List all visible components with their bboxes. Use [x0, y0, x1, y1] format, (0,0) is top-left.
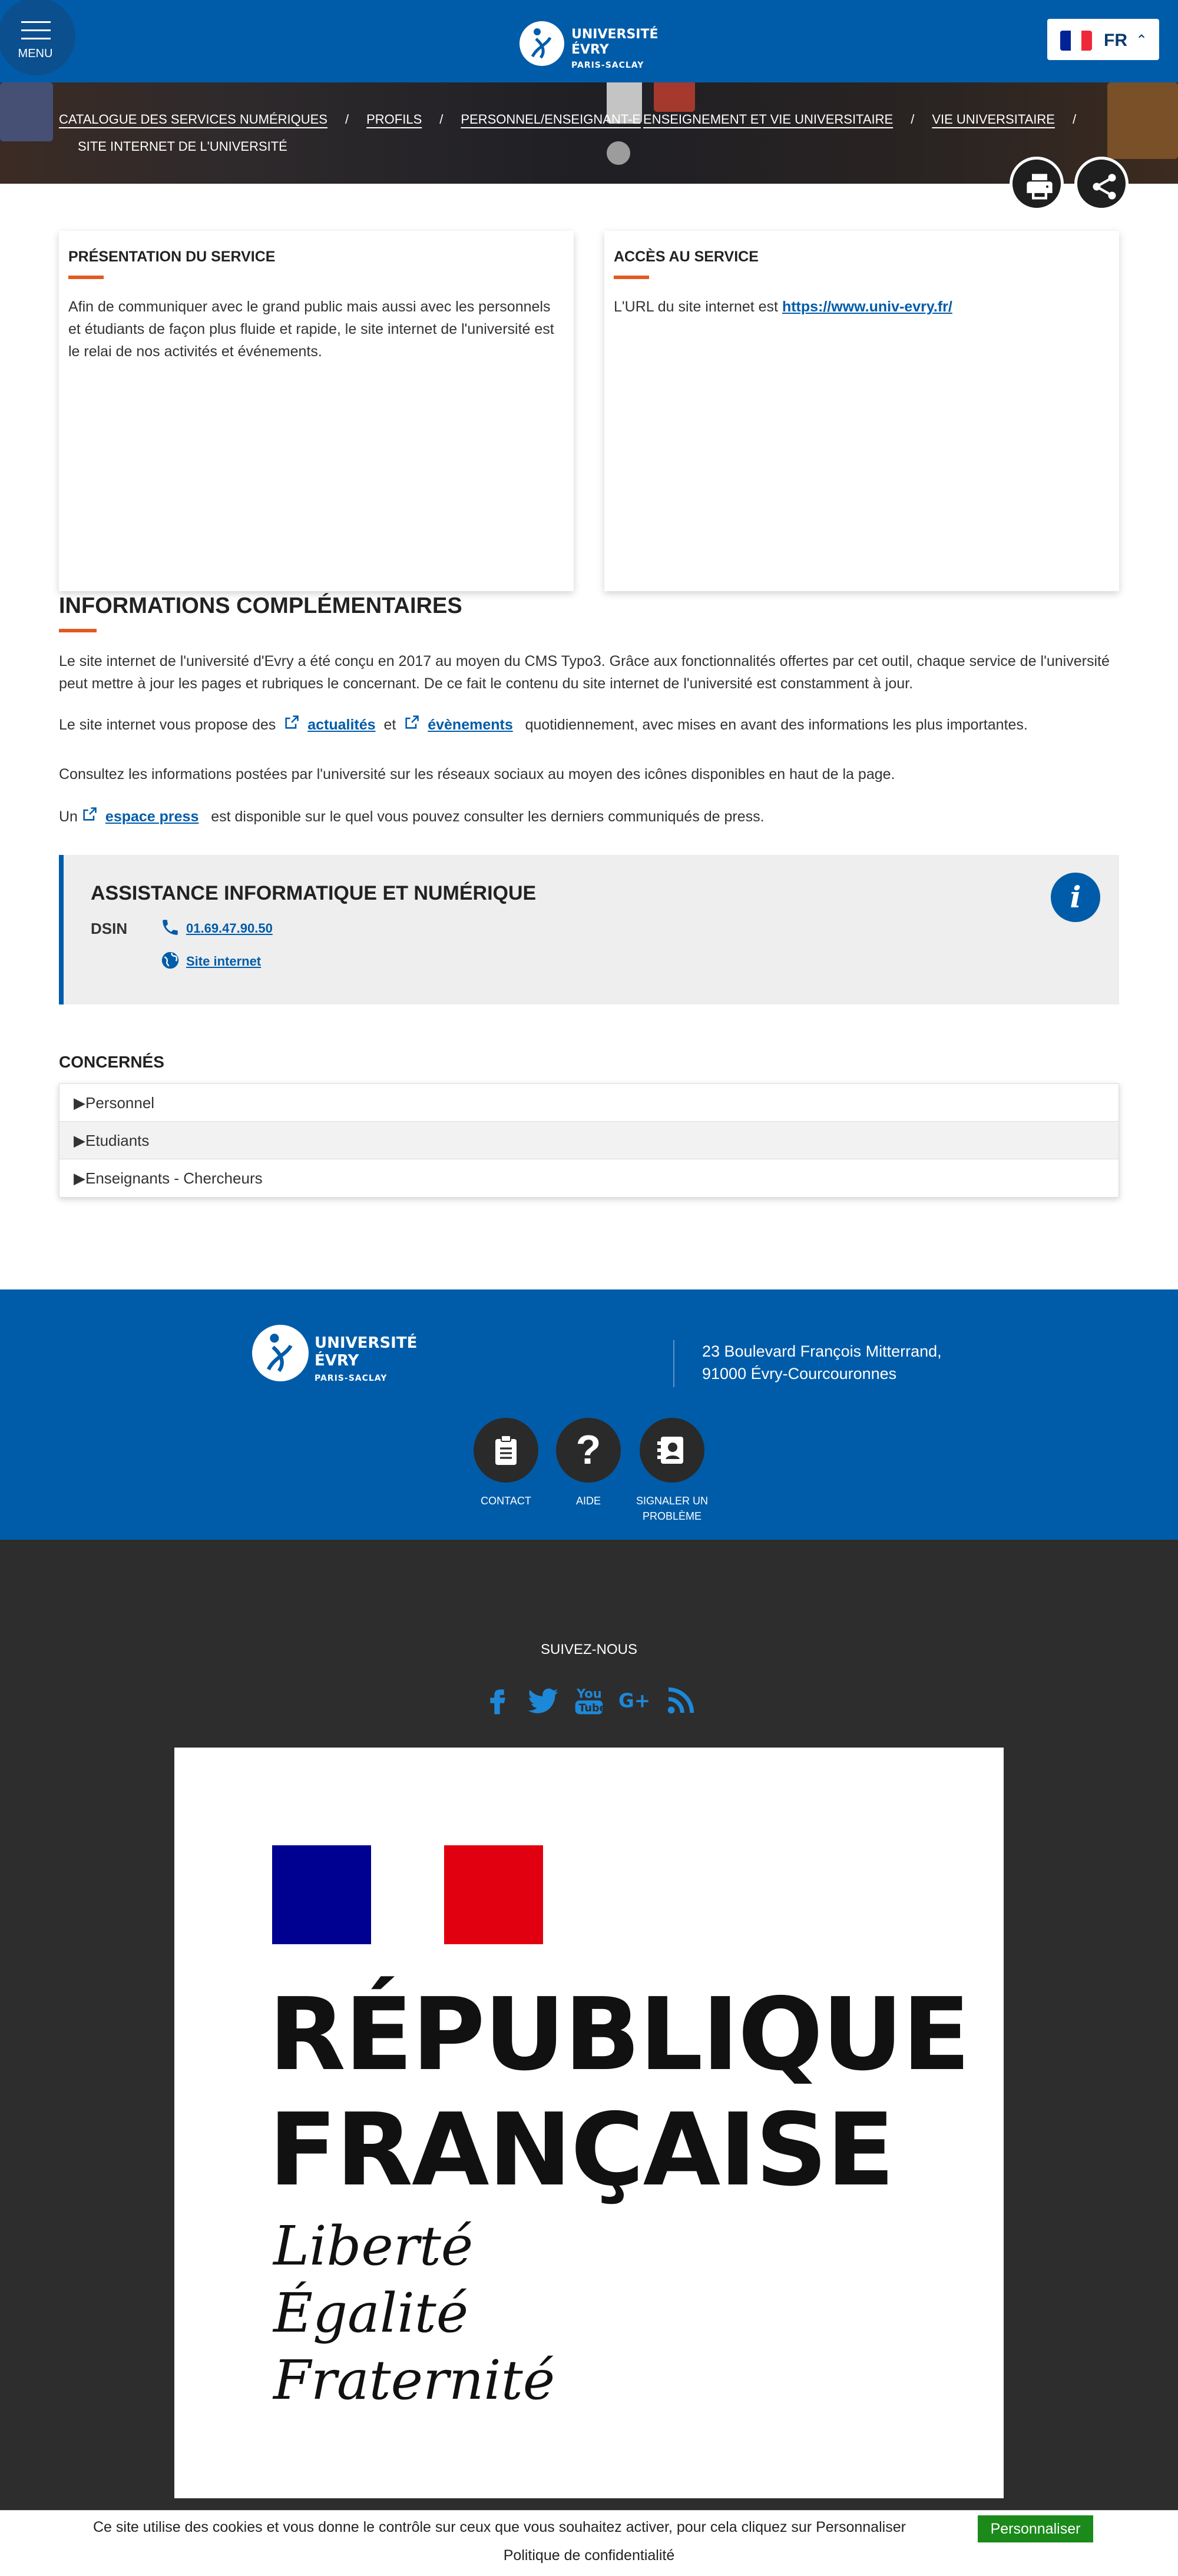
logo-subtitle: PARIS-SACLAY	[315, 1374, 388, 1383]
cookie-text: Ce site utilise des cookies et vous donn…	[93, 2519, 906, 2535]
university-logo[interactable]: UNIVERSITÉ ÉVRY PARIS-SACLAY	[519, 21, 661, 70]
breadcrumb-link[interactable]: PROFILS	[366, 112, 422, 127]
rf-motto-line: Égalité	[273, 2282, 469, 2345]
press-link[interactable]: espace press	[105, 808, 198, 825]
top-header: MENU UNIVERSITÉ ÉVRY PARIS-SACLAY FR ⌃	[0, 0, 1178, 82]
help-button[interactable]: ?	[556, 1418, 621, 1483]
hamburger-icon	[21, 21, 51, 46]
rss-icon[interactable]	[664, 1684, 697, 1717]
printer-icon	[1027, 174, 1053, 200]
card-text: Afin de communiquer avec le grand public…	[68, 299, 554, 360]
report-problem-button[interactable]	[640, 1418, 704, 1483]
external-link-icon	[83, 807, 97, 821]
customize-cookies-button[interactable]: Personnaliser	[978, 2515, 1093, 2542]
chevron-up-icon: ⌃	[1136, 32, 1148, 48]
info-icon: i	[1051, 873, 1100, 922]
concerned-list: ▶Personnel ▶Etudiants ▶Enseignants - Che…	[59, 1083, 1119, 1198]
phone-icon	[163, 920, 178, 935]
google-plus-icon[interactable]: G+	[618, 1684, 651, 1717]
logo-emblem-icon	[519, 21, 564, 66]
card-title: ACCÈS AU SERVICE	[614, 248, 759, 265]
language-code: FR	[1104, 31, 1127, 50]
breadcrumb-link[interactable]: VIE UNIVERSITAIRE	[932, 112, 1055, 127]
logo-title: UNIVERSITÉ ÉVRY	[571, 27, 659, 57]
rf-title-line: RÉPUBLIQUE	[269, 1977, 971, 2093]
external-link-icon	[405, 715, 419, 729]
assistance-box: ASSISTANCE INFORMATIQUE ET NUMÉRIQUE DSI…	[59, 855, 1119, 1004]
globe-icon	[161, 952, 179, 969]
access-card: ACCÈS AU SERVICE L'URL du site internet …	[604, 231, 1119, 591]
department-name: DSIN	[91, 920, 128, 937]
phone-link[interactable]: 01.69.47.90.50	[186, 921, 273, 936]
footer-logo[interactable]: UNIVERSITÉ ÉVRY PARIS-SACLAY	[252, 1325, 441, 1384]
card-text: L'URL du site internet est	[614, 299, 782, 315]
marianne-flag-icon	[272, 1845, 543, 1944]
french-flag-icon	[1060, 31, 1092, 51]
breadcrumb-current: SITE INTERNET DE L'UNIVERSITÉ	[78, 139, 287, 154]
logo-emblem-icon	[252, 1325, 309, 1381]
concerned-item[interactable]: ▶Enseignants - Chercheurs	[59, 1159, 1119, 1197]
help-label: AIDE	[575, 1495, 601, 1507]
svg-text:Tube: Tube	[579, 1703, 606, 1715]
assistance-title: ASSISTANCE INFORMATIQUE ET NUMÉRIQUE	[91, 882, 537, 904]
info-paragraph: Le site internet de l'université d'Evry …	[59, 653, 1110, 692]
report-icon	[657, 1437, 683, 1464]
svg-text:You: You	[576, 1686, 602, 1700]
triangle-right-icon: ▶	[74, 1094, 85, 1112]
menu-label: MENU	[18, 47, 53, 60]
logo-title: UNIVERSITÉ ÉVRY	[315, 1334, 418, 1370]
contact-button[interactable]	[474, 1418, 538, 1483]
breadcrumb: CATALOGUE DES SERVICES NUMÉRIQUES / PROFIL…	[59, 112, 1077, 154]
facebook-icon[interactable]	[481, 1684, 514, 1717]
privacy-policy-link[interactable]: Politique de confidentialité	[504, 2547, 674, 2564]
website-link[interactable]: Site internet	[186, 954, 261, 969]
follow-us-label: SUIVEZ-NOUS	[540, 1642, 637, 1657]
footer-address: 23 Boulevard François Mitterrand, 91000 …	[702, 1342, 942, 1383]
logo-subtitle: PARIS-SACLAY	[571, 61, 644, 70]
breadcrumb-link[interactable]: ENSEIGNEMENT ET VIE UNIVERSITAIRE	[643, 112, 893, 127]
title-underline	[614, 276, 649, 279]
print-button[interactable]	[1010, 157, 1064, 211]
clipboard-icon	[495, 1435, 517, 1465]
concerned-item[interactable]: ▶Personnel	[59, 1084, 1119, 1122]
language-selector[interactable]: FR ⌃	[1047, 19, 1159, 60]
breadcrumb-link[interactable]: PERSONNEL/ENSEIGNANT-E	[461, 112, 641, 127]
report-problem-label: SIGNALER UN PROBLÈME	[636, 1495, 709, 1522]
news-link[interactable]: actualités	[307, 717, 375, 733]
events-link[interactable]: évènements	[428, 717, 513, 733]
info-paragraph: Le site internet vous propose des actual…	[59, 714, 1119, 736]
concerned-title: CONCERNÉS	[59, 1053, 164, 1071]
footer-divider	[673, 1340, 674, 1387]
info-paragraph: Un espace press est disponible sur le qu…	[59, 805, 1119, 828]
contact-label: CONTACT	[481, 1495, 531, 1507]
cookie-banner: Ce site utilise des cookies et vous donn…	[0, 2510, 1178, 2576]
presentation-card: PRÉSENTATION DU SERVICE Afin de communiq…	[59, 231, 574, 591]
share-icon	[1093, 174, 1116, 200]
concerned-item[interactable]: ▶Etudiants	[59, 1122, 1119, 1159]
title-underline	[68, 276, 104, 279]
youtube-icon[interactable]: You Tube	[573, 1684, 605, 1717]
breadcrumb-link[interactable]: CATALOGUE DES SERVICES NUMÉRIQUES	[59, 112, 327, 127]
question-icon: ?	[575, 1427, 601, 1473]
rf-title-line: FRANÇAISE	[269, 2092, 895, 2209]
republique-francaise-logo: RÉPUBLIQUE FRANÇAISE Liberté Égalité Fra…	[174, 1748, 1004, 2498]
external-link-icon	[285, 715, 299, 729]
svg-text:G+: G+	[618, 1690, 650, 1712]
card-title: PRÉSENTATION DU SERVICE	[68, 248, 276, 265]
section-title: INFORMATIONS COMPLÉMENTAIRES	[59, 594, 462, 618]
info-paragraph: Consultez les informations postées par l…	[59, 766, 895, 783]
title-underline	[59, 629, 97, 632]
twitter-icon[interactable]	[527, 1684, 560, 1717]
rf-motto-line: Fraternité	[273, 2349, 555, 2412]
share-button[interactable]	[1074, 157, 1129, 211]
triangle-right-icon: ▶	[74, 1132, 85, 1149]
service-url-link[interactable]: https://www.univ-evry.fr/	[782, 299, 952, 315]
triangle-right-icon: ▶	[74, 1169, 85, 1187]
rf-motto-line: Liberté	[273, 2214, 474, 2277]
menu-button[interactable]: MENU	[0, 0, 75, 75]
